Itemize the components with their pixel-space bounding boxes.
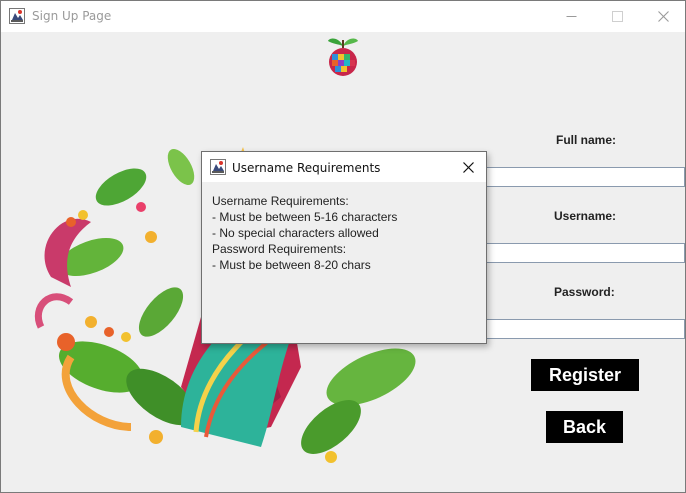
dialog-close-button[interactable]: [458, 158, 478, 176]
dialog-line: - Must be between 8-20 chars: [212, 258, 371, 272]
dialog-line: - Must be between 5-16 characters: [212, 210, 398, 224]
dialog-message: Username Requirements: - Must be between…: [212, 193, 397, 273]
dialog-line: Username Requirements:: [212, 194, 349, 208]
close-icon: [657, 11, 669, 22]
username-requirements-dialog: Username Requirements Username Requireme…: [201, 151, 487, 344]
java-app-icon: [210, 159, 226, 175]
dialog-line: Password Requirements:: [212, 242, 347, 256]
sign-up-window: Sign Up Page Full name: Username: Passwo…: [0, 0, 686, 493]
window-title: Sign Up Page: [32, 9, 112, 23]
maximize-icon: [611, 11, 623, 22]
password-label: Password:: [554, 285, 615, 299]
full-name-field[interactable]: [485, 167, 685, 187]
minimize-button[interactable]: [548, 1, 594, 32]
apple-logo-icon: [328, 38, 358, 76]
minimize-icon: [566, 16, 576, 17]
dialog-line: - No special characters allowed: [212, 226, 379, 240]
password-field[interactable]: [485, 319, 685, 339]
close-icon: [462, 161, 474, 173]
title-bar: Sign Up Page: [1, 1, 685, 32]
register-button[interactable]: Register: [531, 359, 639, 391]
java-app-icon: [9, 8, 25, 24]
dialog-title-bar: Username Requirements: [202, 152, 486, 182]
dialog-title: Username Requirements: [232, 161, 381, 175]
username-field[interactable]: [485, 243, 685, 263]
username-label: Username:: [554, 209, 617, 223]
back-button[interactable]: Back: [546, 411, 623, 443]
maximize-button[interactable]: [594, 1, 640, 32]
close-button[interactable]: [640, 1, 686, 32]
full-name-label: Full name:: [556, 133, 617, 147]
